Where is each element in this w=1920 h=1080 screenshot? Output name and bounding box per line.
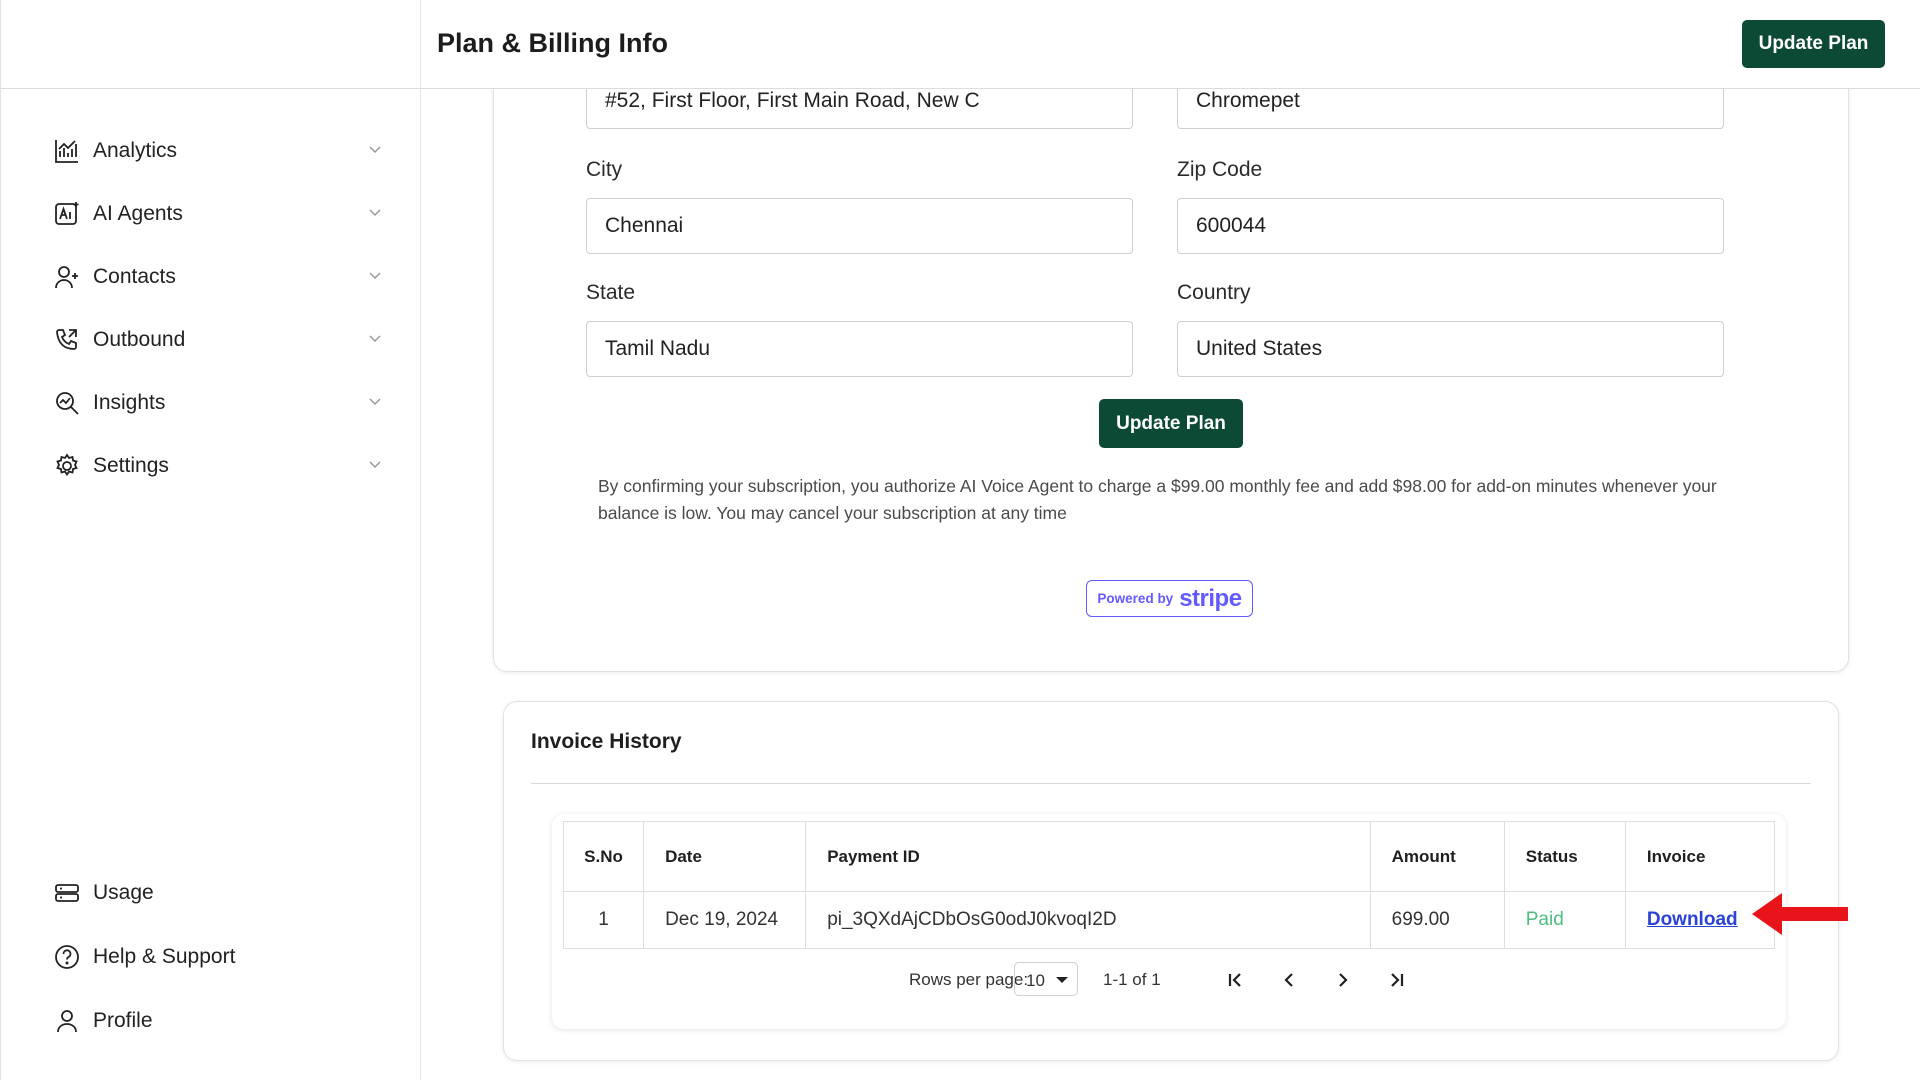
sidebar-item-profile[interactable]: Profile	[53, 1001, 383, 1041]
sidebar-item-usage[interactable]: Usage	[53, 873, 383, 913]
subscription-consent-text: By confirming your subscription, you aut…	[598, 476, 1717, 523]
status-badge: Paid	[1503, 891, 1626, 949]
zip-code-input[interactable]	[1177, 198, 1724, 254]
contacts-icon	[53, 263, 81, 291]
rows-per-page-select[interactable]: 10	[1014, 962, 1078, 996]
header-update-plan-button[interactable]: Update Plan	[1742, 20, 1885, 68]
sidebar-item-label: Contacts	[93, 265, 176, 288]
sidebar-item-label: Usage	[93, 881, 154, 904]
table-header-row: S.No Date Payment ID Amount Status Invoi…	[562, 821, 1776, 892]
city-label: City	[586, 158, 623, 181]
sidebar-item-label: Settings	[93, 454, 169, 477]
state-label: State	[586, 281, 636, 304]
column-header-amount: Amount	[1369, 821, 1505, 892]
sidebar-item-ai-agents[interactable]: AI Agents	[53, 194, 383, 234]
chevron-down-icon	[367, 456, 383, 477]
top-header: Plan & Billing Info Update Plan	[421, 0, 1920, 89]
caret-down-icon	[1056, 977, 1068, 983]
ai-agents-icon	[53, 200, 81, 228]
table-pagination: Rows per page: 10 1-1 of 1	[552, 960, 1786, 1000]
gear-icon	[53, 452, 81, 480]
sidebar-item-settings[interactable]: Settings	[53, 446, 383, 486]
chevron-down-icon	[367, 330, 383, 351]
sidebar-item-label: Help & Support	[93, 945, 236, 968]
chevron-down-icon	[367, 393, 383, 414]
city-input[interactable]	[586, 198, 1133, 254]
sidebar-item-outbound[interactable]: Outbound	[53, 320, 383, 360]
invoice-table: S.No Date Payment ID Amount Status Invoi…	[562, 821, 1776, 949]
cell-date: Dec 19, 2024	[643, 891, 807, 949]
column-header-status: Status	[1503, 821, 1626, 892]
column-header-invoice: Invoice	[1624, 821, 1776, 892]
update-plan-button[interactable]: Update Plan	[1099, 399, 1243, 448]
chevron-down-icon	[367, 267, 383, 288]
country-label: Country	[1177, 281, 1251, 304]
chevron-down-icon	[367, 141, 383, 162]
sidebar-item-help-support[interactable]: Help & Support	[53, 937, 383, 977]
annotation-arrow-icon	[1752, 891, 1848, 942]
column-header-sno: S.No	[562, 821, 645, 892]
rows-per-page-label: Rows per page:	[909, 970, 1029, 989]
sidebar-item-label: Analytics	[93, 139, 178, 162]
invoice-table-container: S.No Date Payment ID Amount Status Invoi…	[552, 814, 1786, 1029]
sidebar-item-label: Outbound	[93, 328, 186, 351]
profile-icon	[53, 1007, 81, 1035]
divider	[531, 783, 1811, 784]
last-page-icon[interactable]	[1383, 966, 1411, 994]
pagination-range: 1-1 of 1	[1103, 970, 1161, 989]
next-page-icon[interactable]	[1329, 966, 1357, 994]
sidebar-item-label: Insights	[93, 391, 166, 414]
column-header-date: Date	[643, 821, 807, 892]
sidebar-item-contacts[interactable]: Contacts	[53, 257, 383, 297]
sidebar-item-analytics[interactable]: Analytics	[53, 131, 383, 171]
phone-icon	[53, 326, 81, 354]
invoice-history-title: Invoice History	[531, 730, 682, 753]
stripe-logo: stripe	[1179, 584, 1242, 612]
powered-by-stripe-badge[interactable]: Powered by stripe	[1086, 580, 1253, 617]
column-header-payment-id: Payment ID	[805, 821, 1371, 892]
help-icon	[53, 943, 81, 971]
table-row: 1 Dec 19, 2024 pi_3QXdAjCDbOsG0odJ0kvoqI…	[562, 891, 1776, 949]
chevron-down-icon	[367, 204, 383, 225]
main-content: City Zip Code State Country Update Plan …	[421, 89, 1920, 1080]
usage-icon	[53, 879, 81, 907]
sidebar-logo-area	[1, 0, 420, 89]
invoice-history-card: Invoice History S.No Date Payment ID Amo…	[503, 701, 1839, 1061]
sidebar: Analytics AI Agents Contacts Outbound In…	[0, 0, 421, 1080]
powered-by-label: Powered by	[1097, 591, 1174, 606]
cell-sno: 1	[562, 891, 645, 949]
cell-amount: 699.00	[1369, 891, 1505, 949]
zip-code-label: Zip Code	[1177, 158, 1263, 181]
address-line2-input[interactable]	[1177, 89, 1724, 129]
insights-icon	[53, 389, 81, 417]
country-input[interactable]	[1177, 321, 1724, 377]
state-input[interactable]	[586, 321, 1133, 377]
first-page-icon[interactable]	[1221, 966, 1249, 994]
billing-form-card: City Zip Code State Country Update Plan …	[493, 89, 1849, 672]
analytics-icon	[53, 137, 81, 165]
sidebar-item-label: Profile	[93, 1009, 153, 1032]
address-line1-input[interactable]	[586, 89, 1133, 129]
previous-page-icon[interactable]	[1275, 966, 1303, 994]
rows-per-page-value: 10	[1026, 971, 1045, 990]
sidebar-item-insights[interactable]: Insights	[53, 383, 383, 423]
cell-payment-id: pi_3QXdAjCDbOsG0odJ0kvoqI2D	[805, 891, 1371, 949]
download-invoice-link[interactable]: Download	[1647, 909, 1738, 930]
page-title: Plan & Billing Info	[437, 28, 668, 58]
sidebar-item-label: AI Agents	[93, 202, 183, 225]
